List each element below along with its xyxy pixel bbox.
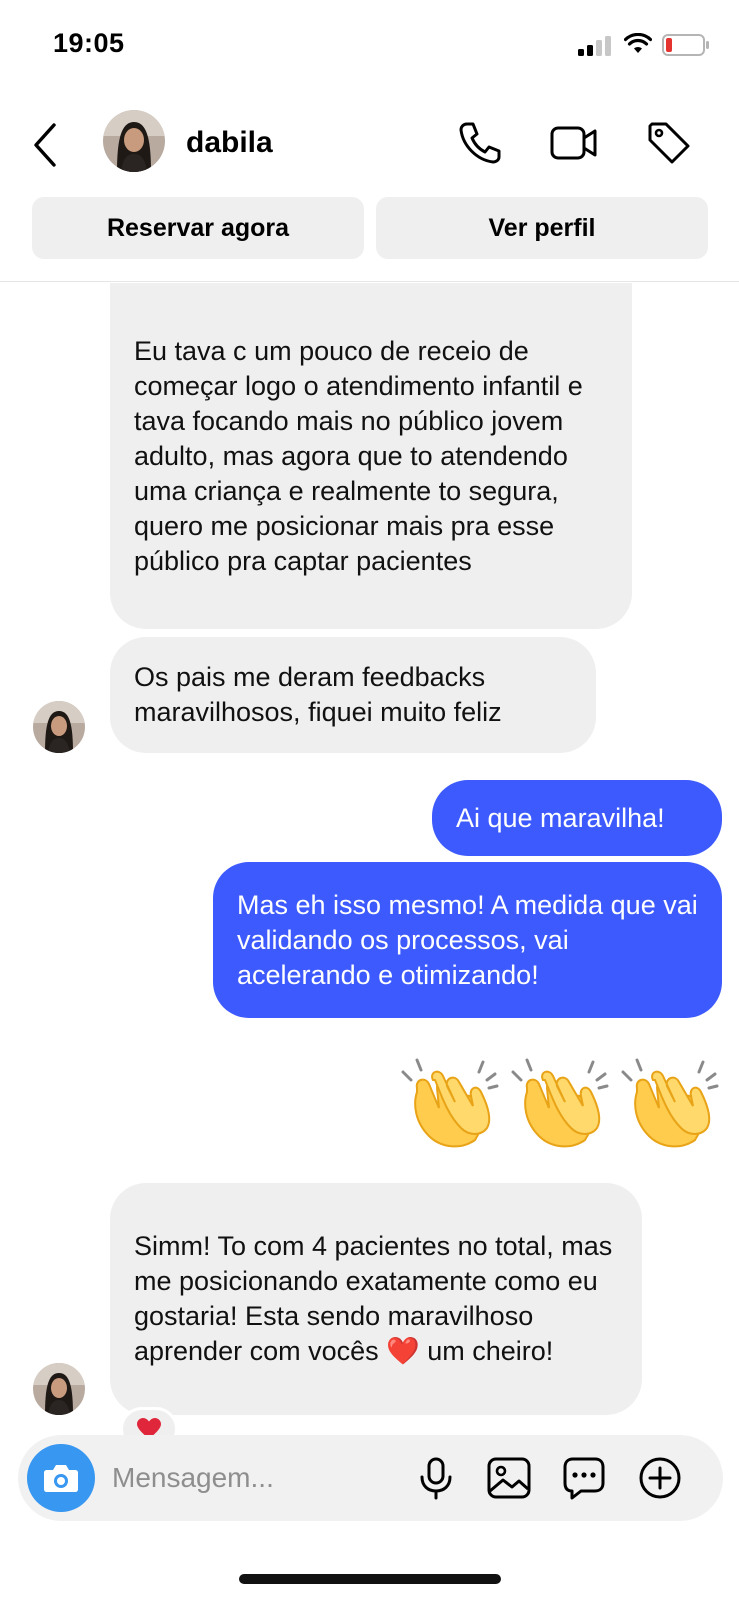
- message-bubble-outgoing[interactable]: Ai que maravilha!: [432, 780, 722, 856]
- message-text: Os pais me deram feedbacks maravilhosos,…: [134, 662, 502, 727]
- chat-header: dabila: [0, 100, 739, 190]
- sender-avatar[interactable]: [33, 1363, 85, 1415]
- sticker-chat-icon[interactable]: [559, 1453, 609, 1503]
- phone-call-icon[interactable]: [455, 118, 505, 168]
- message-composer: [18, 1435, 723, 1521]
- clapping-hands-icon: [401, 1058, 499, 1148]
- camera-button[interactable]: [27, 1444, 95, 1512]
- clapping-hands-icon: [621, 1058, 719, 1148]
- message-bubble-incoming[interactable]: Eu tava c um pouco de receio de começar …: [110, 283, 632, 629]
- home-indicator: [239, 1574, 501, 1584]
- wifi-icon: [624, 33, 652, 53]
- microphone-icon[interactable]: [411, 1453, 461, 1503]
- sender-avatar[interactable]: [33, 701, 85, 753]
- message-input[interactable]: [112, 1457, 392, 1499]
- message-text: Eu tava c um pouco de receio de começar …: [134, 335, 583, 576]
- video-call-icon[interactable]: [549, 118, 599, 168]
- message-bubble-outgoing[interactable]: Mas eh isso mesmo! A medida que vai vali…: [213, 862, 722, 1018]
- tag-icon[interactable]: [644, 118, 694, 168]
- message-text: Mas eh isso mesmo! A medida que vai vali…: [237, 889, 698, 990]
- message-text: Ai que maravilha!: [456, 802, 665, 833]
- header-divider: [0, 281, 739, 282]
- message-bubble-incoming[interactable]: Os pais me deram feedbacks maravilhosos,…: [110, 637, 596, 753]
- status-bar: 19:05: [0, 0, 739, 90]
- contact-name[interactable]: dabila: [186, 126, 273, 160]
- status-time: 19:05: [53, 28, 125, 58]
- back-arrow-icon[interactable]: [28, 117, 68, 173]
- cellular-signal-icon: [578, 36, 611, 56]
- battery-icon: [662, 34, 709, 56]
- clapping-hands-icon: [511, 1058, 609, 1148]
- camera-icon: [44, 1465, 78, 1492]
- book-now-button[interactable]: Reservar agora: [32, 197, 364, 259]
- message-text: Simm! To com 4 pacientes no total, mas m…: [134, 1231, 613, 1366]
- profile-actions: Reservar agora Ver perfil: [32, 197, 708, 259]
- view-profile-button[interactable]: Ver perfil: [376, 197, 708, 259]
- gallery-icon[interactable]: [484, 1453, 534, 1503]
- contact-avatar[interactable]: [103, 110, 165, 172]
- add-plus-icon[interactable]: [635, 1453, 685, 1503]
- message-bubble-incoming[interactable]: Simm! To com 4 pacientes no total, mas m…: [110, 1183, 642, 1415]
